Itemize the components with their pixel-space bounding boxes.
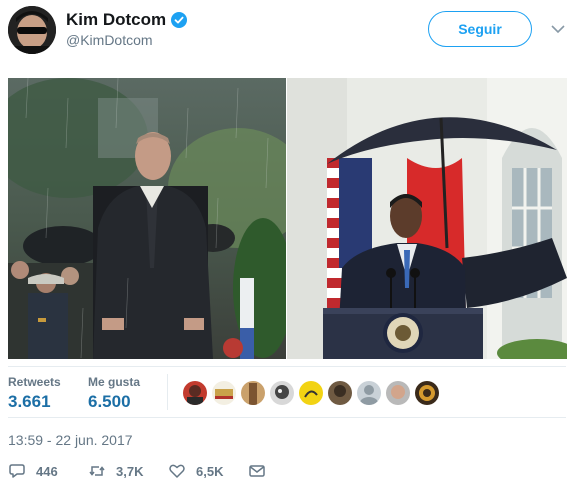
message-action[interactable] xyxy=(248,462,266,480)
divider xyxy=(8,366,566,367)
tweet-photo-left[interactable] xyxy=(8,78,286,359)
liker-avatar[interactable] xyxy=(328,381,352,405)
profile-avatar[interactable] xyxy=(8,6,56,54)
retweets-count[interactable]: 3.661 xyxy=(8,392,61,412)
chevron-down-icon[interactable] xyxy=(551,24,565,34)
follow-button[interactable]: Seguir xyxy=(428,11,532,47)
liker-avatar[interactable] xyxy=(183,381,207,405)
display-name[interactable]: Kim Dotcom xyxy=(66,10,166,30)
liker-avatar[interactable] xyxy=(241,381,265,405)
liker-avatar[interactable] xyxy=(386,381,410,405)
liker-avatar[interactable] xyxy=(357,381,381,405)
user-handle[interactable]: @KimDotcom xyxy=(66,32,153,48)
likes-stat[interactable]: Me gusta 6.500 xyxy=(88,375,140,412)
liker-avatar[interactable] xyxy=(212,381,236,405)
retweets-stat[interactable]: Retweets 3.661 xyxy=(8,375,61,412)
like-action[interactable]: 6,5K xyxy=(168,462,223,480)
reply-icon[interactable] xyxy=(8,462,26,480)
liker-avatar[interactable] xyxy=(270,381,294,405)
display-name-row[interactable]: Kim Dotcom xyxy=(66,10,188,30)
tweet-timestamp[interactable]: 13:59 - 22 jun. 2017 xyxy=(8,432,133,448)
retweets-label: Retweets xyxy=(8,375,61,389)
retweet-icon[interactable] xyxy=(88,462,106,480)
tweet-photo-right[interactable] xyxy=(287,78,567,359)
envelope-icon[interactable] xyxy=(248,462,266,480)
like-count: 6,5K xyxy=(196,463,224,479)
retweet-action[interactable]: 3,7K xyxy=(88,462,143,480)
heart-icon[interactable] xyxy=(168,462,186,480)
divider xyxy=(8,417,566,418)
reply-count: 446 xyxy=(36,463,58,479)
likes-label: Me gusta xyxy=(88,375,141,389)
stat-divider xyxy=(167,374,168,410)
liker-avatars xyxy=(183,381,439,405)
retweet-count: 3,7K xyxy=(116,463,144,479)
verified-badge-icon xyxy=(171,12,188,28)
likes-count[interactable]: 6.500 xyxy=(88,392,140,412)
liker-avatar[interactable] xyxy=(299,381,323,405)
reply-action[interactable]: 446 xyxy=(8,462,58,480)
liker-avatar[interactable] xyxy=(415,381,439,405)
